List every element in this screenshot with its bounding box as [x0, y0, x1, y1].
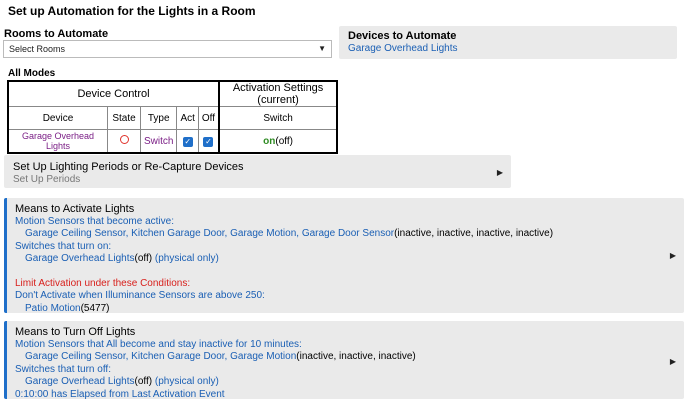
turnoff-switch-state: (off) — [134, 376, 153, 387]
turnoff-heading: Means to Turn Off Lights — [15, 326, 136, 338]
turn-off-lights-card[interactable]: Means to Turn Off Lights Motion Sensors … — [4, 321, 684, 400]
col-device: Device — [7, 106, 108, 130]
turnoff-elapsed: 0:10:00 has Elapsed from Last Activation… — [15, 388, 225, 400]
activate-switch-device: Garage Overhead Lights — [25, 253, 135, 264]
modes-label: All Modes — [8, 68, 56, 79]
switch-cell[interactable]: on(off) — [218, 129, 338, 154]
switch-current-text: (off) — [275, 135, 293, 147]
rooms-select-value: Select Rooms — [9, 44, 66, 54]
activate-motion-states: (inactive, inactive, inactive, inactive) — [394, 228, 554, 239]
illuminance-device: Patio Motion — [25, 302, 81, 314]
expand-right-icon: ▶ — [669, 251, 676, 260]
turnoff-motion-devices: Garage Ceiling Sensor, Kitchen Garage Do… — [25, 351, 297, 362]
col-switch: Switch — [218, 106, 338, 130]
col-type: Type — [139, 106, 178, 130]
activation-settings-header: Activation Settings (current) — [218, 80, 338, 107]
chevron-down-icon: ▼ — [318, 44, 326, 53]
expand-right-icon: ▶ — [496, 168, 503, 177]
devices-to-automate-card[interactable]: Devices to Automate Garage Overhead Ligh… — [339, 26, 677, 59]
devices-value: Garage Overhead Lights — [348, 43, 458, 54]
act-checkbox-icon[interactable]: ✓ — [182, 136, 193, 147]
turnoff-motion-label: Motion Sensors that All become and stay … — [15, 338, 302, 350]
device-control-header: Device Control — [7, 80, 221, 107]
expand-right-icon: ▶ — [669, 357, 676, 366]
activate-motion-label: Motion Sensors that become active: — [15, 215, 174, 227]
activate-motion-devices: Garage Ceiling Sensor, Kitchen Garage Do… — [25, 228, 395, 239]
col-state: State — [107, 106, 141, 130]
device-link[interactable]: Garage Overhead Lights — [7, 129, 108, 154]
turnoff-motion-states: (inactive, inactive, inactive) — [296, 351, 416, 362]
page-title: Set up Automation for the Lights in a Ro… — [8, 4, 256, 18]
state-off-icon — [119, 135, 129, 144]
turnoff-switch-label: Switches that turn off: — [15, 363, 111, 375]
table-row: Garage Overhead Lights Switch ✓ ✓ on(off… — [7, 129, 338, 154]
off-cell[interactable]: ✓ — [197, 129, 221, 154]
activate-switch-note: (physical only) — [152, 253, 219, 264]
rooms-select[interactable]: Select Rooms ▼ — [3, 40, 332, 58]
lighting-periods-card[interactable]: Set Up Lighting Periods or Re-Capture De… — [4, 155, 511, 188]
illuminance-value: (5477) — [80, 302, 110, 314]
state-cell[interactable] — [107, 129, 141, 154]
limit-activation-label: Limit Activation under these Conditions: — [15, 277, 191, 289]
activate-switch-state: (off) — [134, 253, 153, 264]
activate-heading: Means to Activate Lights — [15, 203, 135, 215]
act-cell[interactable]: ✓ — [176, 129, 199, 154]
turnoff-switch-note: (physical only) — [152, 376, 219, 387]
activate-switch-label: Switches that turn on: — [15, 240, 112, 252]
type-cell[interactable]: Switch — [139, 129, 178, 154]
rooms-label: Rooms to Automate — [4, 28, 109, 40]
switch-on-text: on — [263, 135, 276, 147]
col-off: Off — [197, 106, 221, 130]
device-table: Device Control Activation Settings (curr… — [7, 80, 339, 154]
activate-lights-card[interactable]: Means to Activate Lights Motion Sensors … — [4, 198, 684, 314]
devices-heading: Devices to Automate — [348, 30, 457, 42]
off-checkbox-icon[interactable]: ✓ — [203, 136, 214, 147]
periods-heading: Set Up Lighting Periods or Re-Capture De… — [13, 161, 244, 173]
periods-sub: Set Up Periods — [13, 174, 81, 185]
col-act: Act — [176, 106, 199, 130]
turnoff-switch-device: Garage Overhead Lights — [25, 376, 135, 387]
illuminance-label: Don't Activate when Illuminance Sensors … — [15, 290, 265, 301]
